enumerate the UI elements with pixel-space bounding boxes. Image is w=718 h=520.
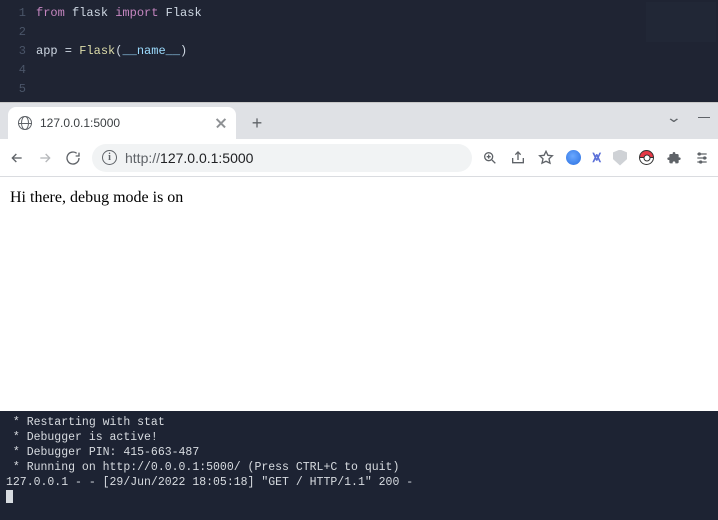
tab-strip: 127.0.0.1:5000 + ⌄ [0, 103, 718, 139]
code-line[interactable]: 4 [0, 61, 718, 80]
page-text: Hi there, debug mode is on [10, 189, 183, 206]
code-editor[interactable]: 1from flask import Flask23app = Flask(__… [0, 0, 718, 102]
line-number: 5 [0, 80, 36, 99]
back-button[interactable] [8, 149, 26, 167]
share-icon[interactable] [510, 150, 526, 166]
extensions-puzzle-icon[interactable] [666, 150, 682, 166]
terminal-pane[interactable]: * Restarting with stat * Debugger is act… [0, 411, 718, 520]
code-line[interactable]: 5 [0, 80, 718, 99]
tab-title: 127.0.0.1:5000 [40, 116, 208, 130]
terminal-cursor [6, 490, 13, 503]
address-bar[interactable]: i http://127.0.0.1:5000 [92, 144, 472, 172]
extension-icon[interactable] [566, 150, 581, 165]
line-number: 2 [0, 23, 36, 42]
info-icon[interactable]: i [102, 150, 117, 165]
new-tab-button[interactable]: + [244, 110, 270, 136]
page-body: Hi there, debug mode is on [0, 177, 718, 411]
extension-shield-icon[interactable] [613, 150, 627, 166]
line-number: 4 [0, 61, 36, 80]
code-text: from flask import Flask [36, 4, 202, 23]
globe-icon [18, 116, 32, 130]
toolbar-right: ⩙ [482, 149, 710, 166]
browser-toolbar: i http://127.0.0.1:5000 ⩙ [0, 139, 718, 177]
code-line[interactable]: 1from flask import Flask [0, 4, 718, 23]
bookmark-star-icon[interactable] [538, 150, 554, 166]
line-number: 1 [0, 4, 36, 23]
zoom-icon[interactable] [482, 150, 498, 166]
minimap[interactable] [646, 2, 716, 42]
line-number: 3 [0, 42, 36, 61]
window-controls: ⌄ [668, 109, 710, 126]
forward-button [36, 149, 54, 167]
close-tab-icon[interactable] [216, 118, 226, 128]
code-text: app = Flask(__name__) [36, 42, 187, 61]
reload-button[interactable] [64, 149, 82, 167]
extension-pokeball-icon[interactable] [639, 150, 654, 165]
url-text: http://127.0.0.1:5000 [125, 150, 462, 166]
extension-icon[interactable]: ⩙ [593, 149, 601, 166]
minimize-icon[interactable] [698, 117, 710, 118]
browser-tab[interactable]: 127.0.0.1:5000 [8, 107, 236, 139]
code-line[interactable]: 2 [0, 23, 718, 42]
media-control-icon[interactable] [694, 150, 710, 166]
chevron-down-icon[interactable]: ⌄ [666, 109, 682, 126]
browser-window: 127.0.0.1:5000 + ⌄ i http://127.0.0.1:50… [0, 102, 718, 411]
code-line[interactable]: 3app = Flask(__name__) [0, 42, 718, 61]
